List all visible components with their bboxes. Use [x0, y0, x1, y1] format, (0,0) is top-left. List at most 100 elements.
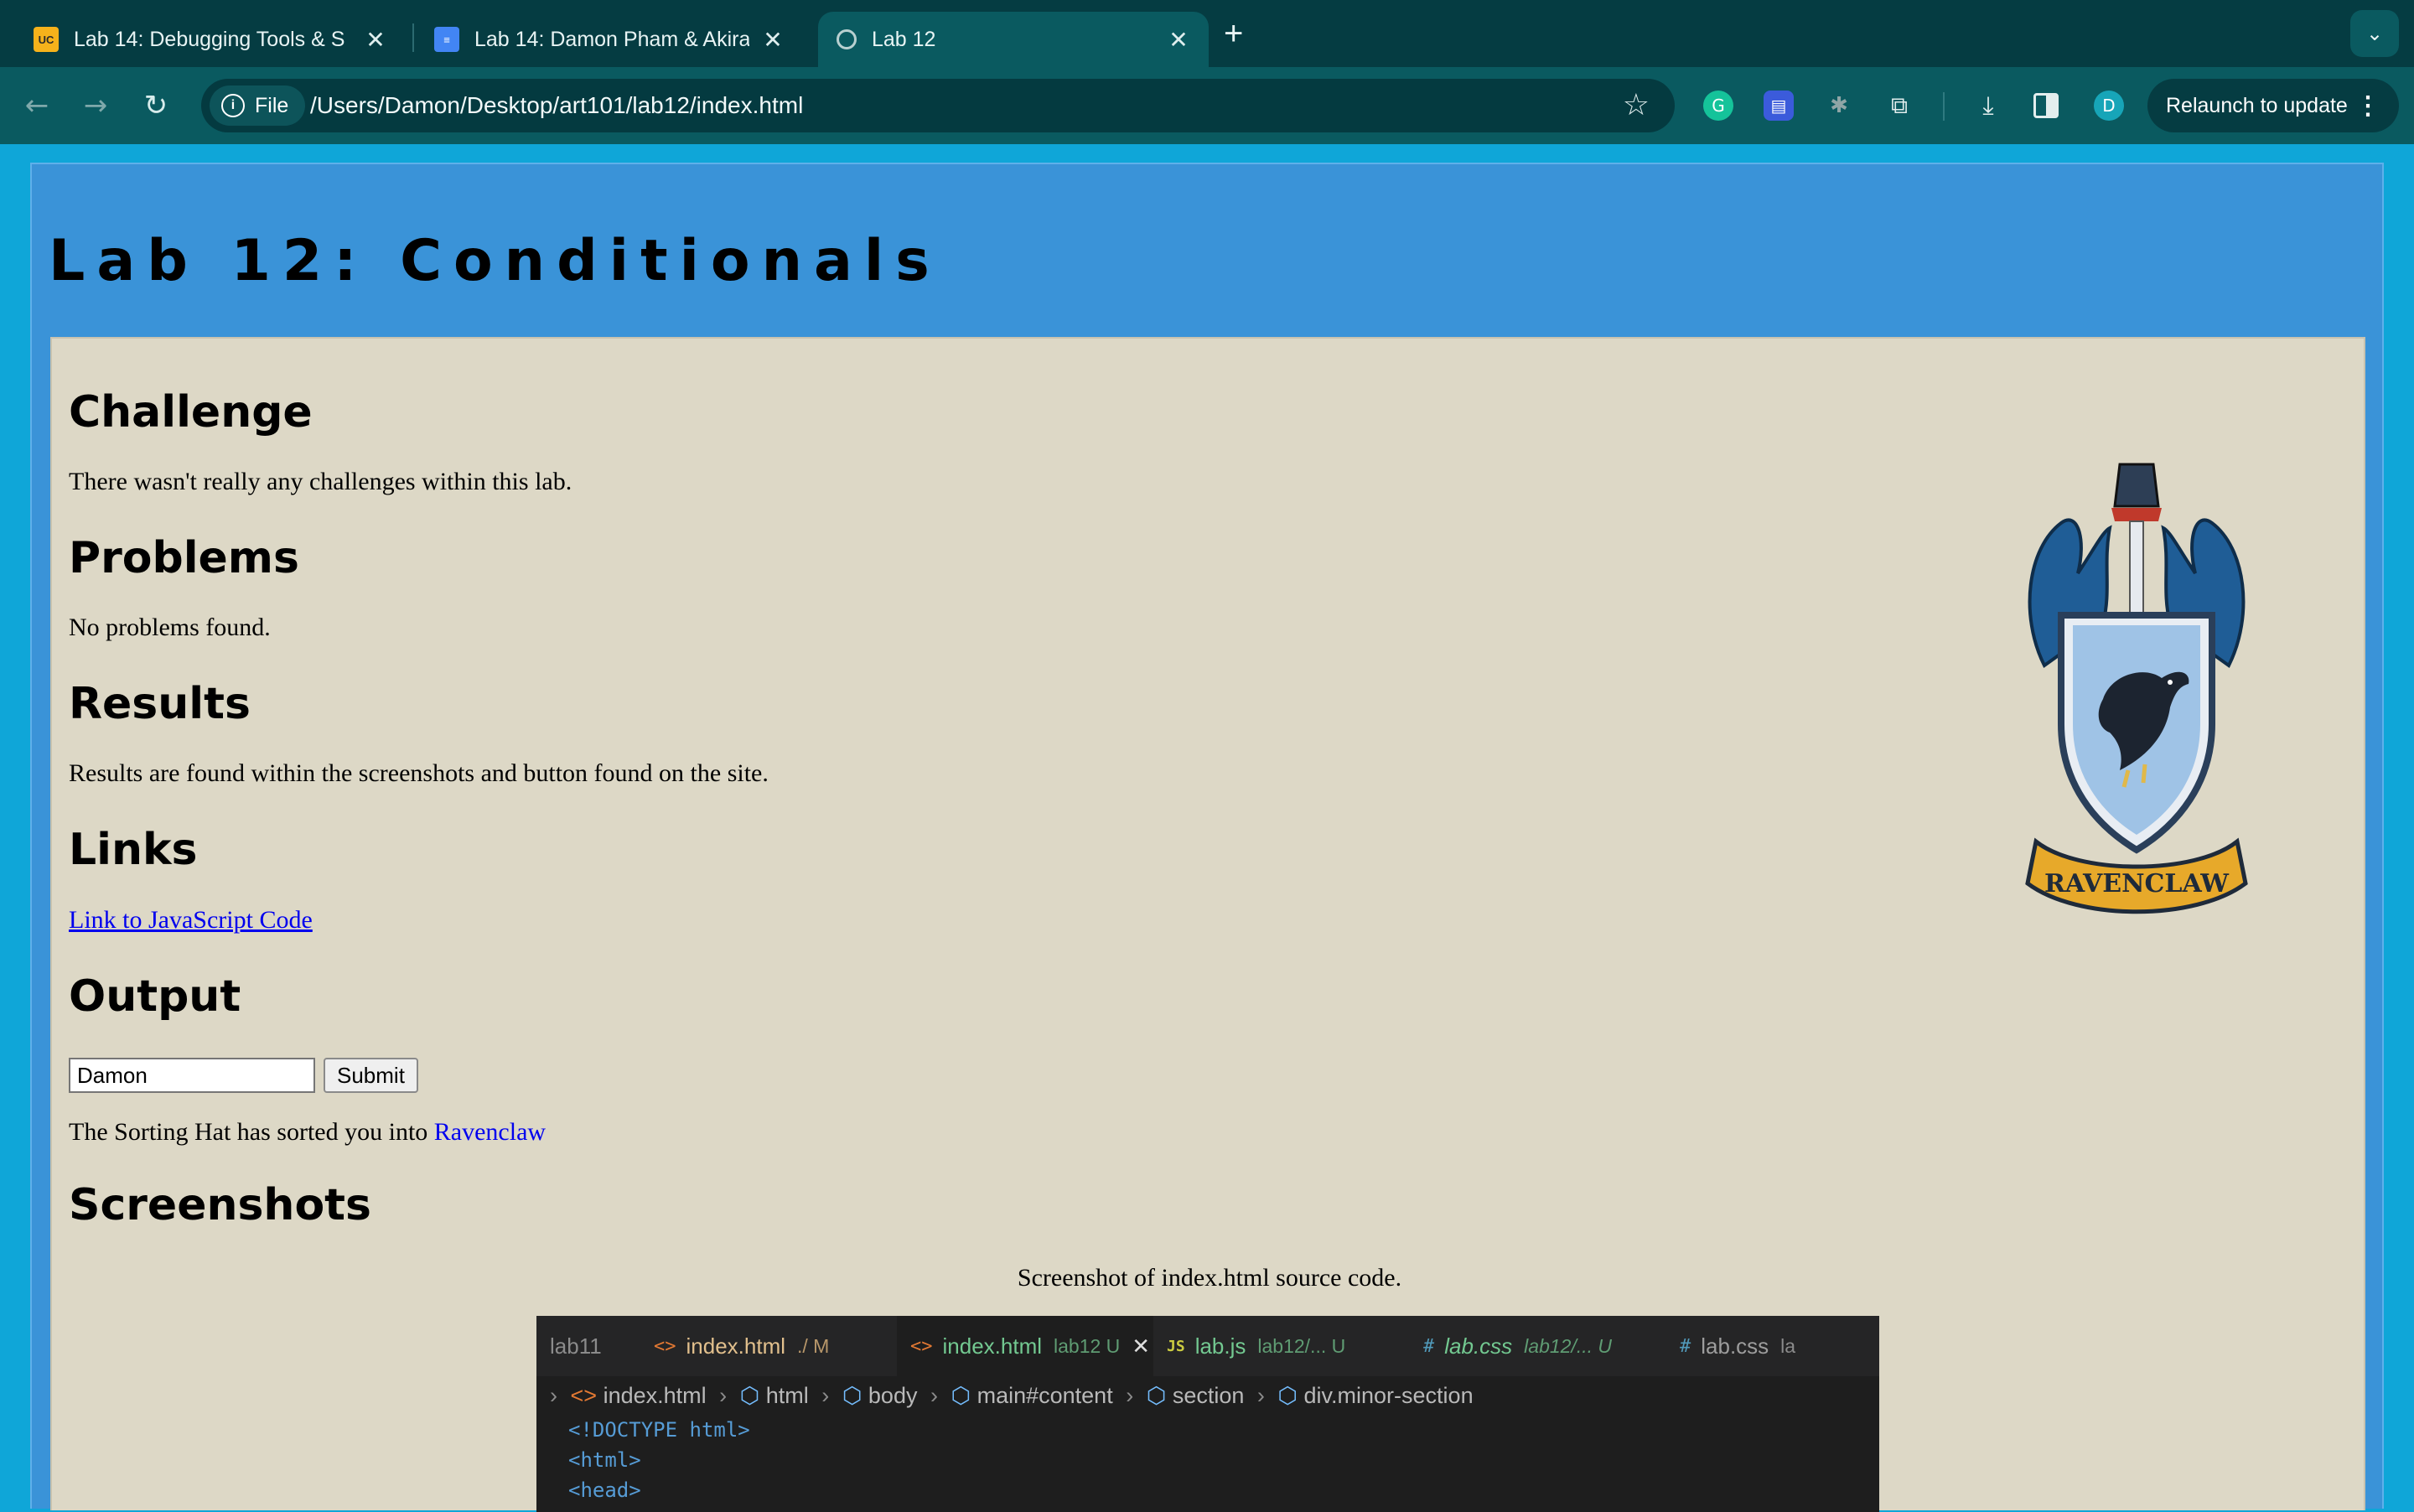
editor-breadcrumbs: › <> index.html › ⬡ html › ⬡ body › ⬡ ma… [543, 1376, 1474, 1415]
cube-icon: ⬡ [1277, 1383, 1298, 1408]
tab-lab14-doc[interactable]: ≡ Lab 14: Damon Pham & Akira ✕ [416, 12, 803, 67]
breadcrumb-item: html [765, 1383, 809, 1408]
close-icon[interactable]: ✕ [364, 26, 387, 54]
more-vert-icon[interactable]: ⋮ [2355, 91, 2380, 121]
tab-title: Lab 12 [872, 27, 936, 51]
editor-screenshot: lab11 <> index.html ./ M <> index.html l… [536, 1316, 1879, 1512]
back-arrow-icon[interactable]: ← [17, 85, 57, 126]
editor-tab: lab11 [536, 1316, 640, 1376]
editor-tab-name: lab11 [550, 1333, 602, 1359]
screenshot-caption: Screenshot of index.html source code. [1017, 1264, 1402, 1292]
results-heading: Results [69, 679, 251, 729]
extension-bug-icon[interactable]: ✱ [1824, 91, 1854, 121]
html-file-icon: <> [910, 1335, 933, 1357]
editor-tab-name: lab.js [1194, 1333, 1246, 1359]
editor-tab: # lab.css la [1666, 1316, 1879, 1376]
output-heading: Output [69, 971, 241, 1022]
close-icon[interactable]: ✕ [1167, 26, 1190, 54]
breadcrumb-item: main#content [976, 1383, 1113, 1408]
profile-initial: D [2102, 96, 2116, 116]
links-heading: Links [69, 825, 198, 875]
chevron-right-icon: › [1256, 1383, 1265, 1408]
links-paragraph: Link to JavaScript Code [69, 906, 313, 935]
html-file-icon: <> [570, 1383, 598, 1408]
new-tab-plus-icon[interactable]: + [1224, 15, 1243, 53]
tab-title: Lab 14: Damon Pham & Akira [474, 27, 749, 51]
extensions-puzzle-icon[interactable]: ⧉ [1884, 91, 1914, 121]
code-lines: <!DOCTYPE html> <html> <head> [568, 1415, 750, 1505]
house-name: Ravenclaw [433, 1118, 547, 1146]
editor-tab: JS lab.js lab12/... U [1153, 1316, 1410, 1376]
page-wrapper: Lab 12: Conditionals Challenge There was… [30, 163, 2384, 1512]
editor-tab-sub: ./ M [797, 1334, 830, 1357]
challenge-text: There wasn't really any challenges withi… [69, 468, 572, 495]
tab-lab14-debugging[interactable]: UC Lab 14: Debugging Tools & S ✕ [15, 12, 406, 67]
code-line: <html> [568, 1448, 641, 1472]
chevron-right-icon: › [821, 1383, 830, 1408]
results-text: Results are found within the screenshots… [69, 759, 769, 787]
editor-tab-name: lab.css [1701, 1333, 1769, 1359]
cube-icon: ⬡ [1146, 1383, 1167, 1408]
problems-text: No problems found. [69, 614, 271, 641]
cube-icon: ⬡ [842, 1383, 863, 1408]
javascript-code-link[interactable]: Link to JavaScript Code [69, 906, 313, 934]
address-bar[interactable]: i File /Users/Damon/Desktop/art101/lab12… [201, 79, 1675, 132]
name-input[interactable] [69, 1058, 315, 1093]
editor-tab-active: <> index.html lab12 U ✕ [897, 1316, 1153, 1376]
sorting-result-prefix: The Sorting Hat has sorted you into [69, 1118, 428, 1146]
screenshots-heading: Screenshots [69, 1180, 371, 1230]
editor-tab-sub: la [1780, 1334, 1796, 1357]
editor-tab-sub: lab12/... U [1524, 1334, 1613, 1357]
extension-doc-icon[interactable]: ▤ [1764, 91, 1794, 121]
chevron-right-icon: › [719, 1383, 728, 1408]
browser-toolbar: ← → ↻ i File /Users/Damon/Desktop/art101… [0, 67, 2414, 144]
relaunch-label: Relaunch to update [2166, 93, 2348, 117]
editor-tab-name: lab.css [1444, 1333, 1513, 1359]
side-panel-icon[interactable] [2033, 93, 2059, 118]
download-icon[interactable]: ⤓ [1973, 91, 2003, 121]
tab-title: Lab 14: Debugging Tools & S [74, 27, 345, 51]
forward-arrow-icon[interactable]: → [75, 85, 116, 126]
reload-icon[interactable]: ↻ [136, 85, 176, 126]
relaunch-button[interactable]: Relaunch to update ⋮ [2147, 79, 2399, 132]
bookmark-star-icon[interactable]: ☆ [1623, 87, 1650, 122]
editor-tab-sub: lab12 U [1054, 1334, 1121, 1357]
toolbar-divider [1943, 92, 1945, 121]
tab-lab12[interactable]: Lab 12 ✕ [818, 12, 1209, 67]
tab-search-chevron-icon[interactable]: ⌄ [2350, 10, 2399, 57]
main-content: Challenge There wasn't really any challe… [50, 337, 2365, 1512]
tab-separator [412, 23, 414, 52]
challenge-heading: Challenge [69, 387, 313, 438]
page-title: Lab 12: Conditionals [49, 228, 941, 294]
css-file-icon: # [1423, 1335, 1435, 1357]
js-file-icon: JS [1167, 1337, 1185, 1355]
breadcrumb-item: section [1172, 1383, 1245, 1408]
crest-banner-text: RAVENCLAW [2044, 869, 2230, 898]
sorting-result: The Sorting Hat has sorted you into Rave… [69, 1118, 546, 1147]
editor-tab: <> index.html ./ M [640, 1316, 897, 1376]
globe-icon [837, 29, 857, 49]
file-chip-label: File [255, 93, 289, 117]
css-file-icon: # [1680, 1335, 1691, 1357]
ucsc-favicon-icon: UC [34, 27, 59, 52]
close-icon[interactable]: ✕ [761, 26, 785, 54]
chevron-right-icon: › [550, 1383, 557, 1408]
chevron-right-icon: › [1126, 1383, 1134, 1408]
code-line: <head> [568, 1478, 641, 1502]
profile-avatar[interactable]: D [2094, 91, 2124, 121]
grammarly-icon[interactable]: G [1703, 91, 1733, 121]
editor-tab-sub: lab12/... U [1257, 1334, 1346, 1357]
site-info-chip[interactable]: i File [210, 85, 306, 126]
cube-icon: ⬡ [739, 1383, 760, 1408]
tab-strip: UC Lab 14: Debugging Tools & S ✕ ≡ Lab 1… [0, 0, 2414, 67]
editor-tab-name: index.html [942, 1333, 1043, 1359]
google-docs-icon: ≡ [434, 27, 459, 52]
editor-tab-name: index.html [686, 1333, 786, 1359]
info-icon: i [221, 94, 245, 117]
url-text[interactable]: /Users/Damon/Desktop/art101/lab12/index.… [310, 79, 803, 132]
html-file-icon: <> [654, 1335, 676, 1357]
close-icon: ✕ [1132, 1333, 1151, 1359]
breadcrumb-item: div.minor-section [1303, 1383, 1474, 1408]
submit-button[interactable]: Submit [324, 1058, 418, 1093]
breadcrumb-item: index.html [603, 1383, 707, 1408]
